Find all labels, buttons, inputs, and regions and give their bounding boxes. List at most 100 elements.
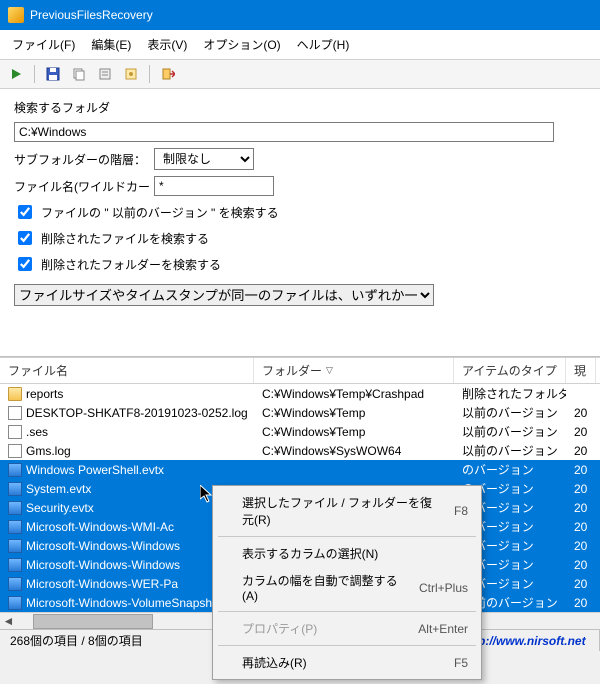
file-name: DESKTOP-SHKATF8-20191023-0252.log	[26, 406, 248, 420]
item-type: 以前のバージョン	[454, 404, 566, 421]
subfolder-depth-select[interactable]: 制限なし	[154, 148, 254, 170]
item-date: 20	[566, 425, 596, 439]
folder-icon	[8, 387, 22, 401]
file-name: Microsoft-Windows-Windows	[26, 539, 180, 553]
file-name: Gms.log	[26, 444, 71, 458]
table-row[interactable]: Gms.logC:¥Windows¥SysWOW64以前のバージョン20	[0, 441, 600, 460]
window-title: PreviousFilesRecovery	[30, 8, 153, 22]
ctx-separator	[218, 536, 476, 537]
search-form: 検索するフォルダ サブフォルダーの階層： 制限なし ファイル名(ワイルドカー フ…	[0, 89, 600, 357]
evtx-icon	[8, 577, 22, 591]
col-folder-label: フォルダー	[262, 362, 322, 379]
col-filename[interactable]: ファイル名	[0, 358, 254, 383]
menu-file[interactable]: ファイル(F)	[6, 34, 81, 55]
wildcard-input[interactable]	[154, 176, 274, 196]
subfolder-depth-label: サブフォルダーの階層：	[14, 151, 154, 168]
ctx-autosize-label: カラムの幅を自動で調整する(A)	[242, 572, 407, 603]
menu-options[interactable]: オプション(O)	[197, 34, 286, 55]
chk-prev-versions[interactable]	[18, 205, 32, 219]
context-menu: 選択したファイル / フォルダーを復元(R) F8 表示するカラムの選択(N) …	[212, 485, 482, 680]
log-icon	[8, 444, 22, 458]
app-icon	[8, 7, 24, 23]
ctx-choose-columns-label: 表示するカラムの選択(N)	[242, 545, 468, 562]
file-name: reports	[26, 387, 63, 401]
table-row[interactable]: reports C:¥Windows¥Temp¥Crashpad削除されたフォルダ…	[0, 384, 600, 403]
evtx-icon	[8, 558, 22, 572]
toolbar-separator	[34, 65, 35, 83]
save-icon[interactable]	[43, 64, 63, 84]
file-folder: C:¥Windows¥Temp	[254, 425, 454, 439]
ctx-refresh[interactable]: 再読込み(R) F5	[216, 649, 478, 676]
titlebar: PreviousFilesRecovery	[0, 0, 600, 30]
item-type: のバージョン	[454, 461, 566, 478]
file-name: Microsoft-Windows-WMI-Ac	[26, 520, 174, 534]
table-row[interactable]: .sesC:¥Windows¥Temp以前のバージョン20	[0, 422, 600, 441]
file-name: Microsoft-Windows-WER-Pa	[26, 577, 178, 591]
toolbar	[0, 60, 600, 89]
file-name: Microsoft-Windows-Windows	[26, 558, 180, 572]
ctx-properties-label: プロパティ(P)	[242, 620, 406, 637]
item-date: 20	[566, 577, 596, 591]
scroll-left-icon[interactable]: ◄	[0, 613, 17, 630]
scroll-thumb[interactable]	[33, 614, 153, 629]
ctx-refresh-accel: F5	[454, 656, 468, 670]
item-date: 20	[566, 539, 596, 553]
item-date: 20	[566, 501, 596, 515]
table-row[interactable]: Windows PowerShell.evtx のバージョン20	[0, 460, 600, 479]
file-name: System.evtx	[26, 482, 91, 496]
list-header: ファイル名 フォルダー ▽ アイテムのタイプ 現	[0, 357, 600, 384]
evtx-icon	[8, 596, 22, 610]
ctx-choose-columns[interactable]: 表示するカラムの選択(N)	[216, 540, 478, 567]
item-date: 20	[566, 558, 596, 572]
properties-icon[interactable]	[95, 64, 115, 84]
col-date[interactable]: 現	[566, 358, 596, 383]
item-date: 20	[566, 406, 596, 420]
search-folder-input[interactable]	[14, 122, 554, 142]
item-date: 20	[566, 463, 596, 477]
evtx-icon	[8, 520, 22, 534]
chk-prev-versions-label: ファイルの " 以前のバージョン " を検索する	[41, 204, 279, 221]
menu-help[interactable]: ヘルプ(H)	[291, 34, 356, 55]
ctx-refresh-label: 再読込み(R)	[242, 654, 442, 671]
menu-edit[interactable]: 編集(E)	[85, 34, 137, 55]
item-date: 20	[566, 520, 596, 534]
options-icon[interactable]	[121, 64, 141, 84]
item-date: 20	[566, 444, 596, 458]
ctx-recover-accel: F8	[454, 504, 468, 518]
file-name: Windows PowerShell.evtx	[26, 463, 164, 477]
item-type: 削除されたフォルダー	[454, 385, 566, 402]
chk-deleted-files[interactable]	[18, 231, 32, 245]
ctx-properties: プロパティ(P) Alt+Enter	[216, 615, 478, 642]
ctx-properties-accel: Alt+Enter	[418, 622, 468, 636]
file-name: .ses	[26, 425, 48, 439]
col-folder[interactable]: フォルダー ▽	[254, 358, 454, 383]
item-date: 20	[566, 482, 596, 496]
ctx-separator	[218, 645, 476, 646]
ctx-recover-label: 選択したファイル / フォルダーを復元(R)	[242, 494, 442, 528]
file-folder: C:¥Windows¥Temp¥Crashpad	[254, 387, 454, 401]
menu-view[interactable]: 表示(V)	[141, 34, 193, 55]
item-date: 20	[566, 596, 596, 610]
search-folder-label: 検索するフォルダ	[14, 99, 586, 116]
dedup-select[interactable]: ファイルサイズやタイムスタンプが同一のファイルは、いずれか一つのみを表示する	[14, 284, 434, 306]
file-folder: C:¥Windows¥Temp	[254, 406, 454, 420]
col-type[interactable]: アイテムのタイプ	[454, 358, 566, 383]
ctx-separator	[218, 611, 476, 612]
log-icon	[8, 406, 22, 420]
table-row[interactable]: DESKTOP-SHKATF8-20191023-0252.log C:¥Wind…	[0, 403, 600, 422]
exit-icon[interactable]	[158, 64, 178, 84]
file-name: Security.evtx	[26, 501, 94, 515]
wildcard-label: ファイル名(ワイルドカー	[14, 178, 154, 195]
evtx-icon	[8, 463, 22, 477]
evtx-icon	[8, 539, 22, 553]
ctx-autosize-columns[interactable]: カラムの幅を自動で調整する(A) Ctrl+Plus	[216, 567, 478, 608]
chk-deleted-folders[interactable]	[18, 257, 32, 271]
menubar: ファイル(F) 編集(E) 表示(V) オプション(O) ヘルプ(H)	[0, 30, 600, 60]
log-icon	[8, 425, 22, 439]
copy-icon[interactable]	[69, 64, 89, 84]
evtx-icon	[8, 501, 22, 515]
toolbar-separator	[149, 65, 150, 83]
ctx-autosize-accel: Ctrl+Plus	[419, 581, 468, 595]
play-icon[interactable]	[6, 64, 26, 84]
ctx-recover[interactable]: 選択したファイル / フォルダーを復元(R) F8	[216, 489, 478, 533]
